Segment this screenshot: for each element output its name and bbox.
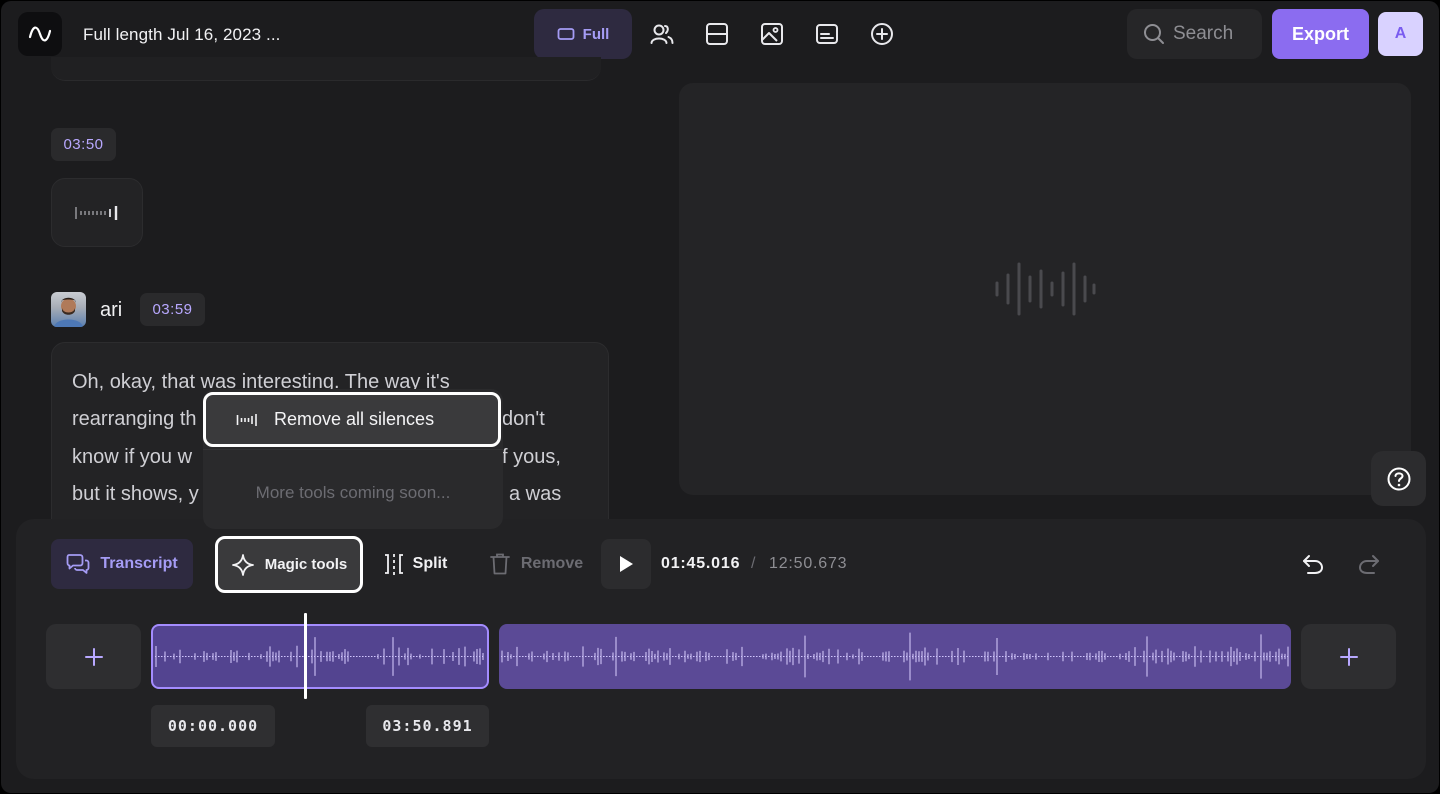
clip-end-time: 03:50.891: [366, 705, 489, 747]
chat-bubbles-icon: [66, 554, 90, 574]
search-button[interactable]: Search: [1127, 9, 1262, 59]
undo-button[interactable]: [1300, 551, 1326, 577]
coming-soon-note: More tools coming soon...: [255, 483, 451, 502]
person-photo-icon: [54, 297, 83, 327]
silence-block[interactable]: [51, 178, 143, 247]
project-title[interactable]: Full length Jul 16, 2023 ...: [83, 25, 280, 45]
image-view-button[interactable]: [759, 21, 785, 47]
view-full-button[interactable]: Full: [534, 9, 632, 59]
audio-waveform-icon: [995, 262, 1096, 316]
split-view-button[interactable]: [704, 21, 730, 47]
add-clip-before-button[interactable]: [46, 624, 141, 689]
remove-silences-menu-item[interactable]: Remove all silences: [203, 392, 501, 447]
plus-circle-icon: [871, 23, 893, 45]
transcript-line: don't: [502, 408, 545, 430]
plus-icon: [1339, 647, 1358, 666]
export-button[interactable]: Export: [1272, 9, 1369, 59]
editor-panel: Transcript Magic tools Split Remove 01:4…: [16, 519, 1426, 779]
help-button[interactable]: [1371, 451, 1426, 506]
play-button[interactable]: [601, 539, 651, 589]
question-icon: [1387, 467, 1410, 490]
transcript-line: a was: [509, 483, 562, 505]
users-icon: [650, 24, 674, 44]
sparkle-icon: [231, 553, 254, 576]
captions-icon: [816, 24, 838, 44]
magic-tools-menu: Remove all silences More tools coming so…: [203, 389, 503, 529]
transcript-line: know if you w: [72, 446, 193, 468]
split-layout-icon: [706, 23, 728, 45]
playhead[interactable]: [304, 613, 307, 699]
plus-icon: [84, 647, 103, 666]
menu-divider: [203, 449, 503, 450]
total-time: 12:50.673: [769, 555, 848, 572]
remove-button[interactable]: Remove: [484, 539, 588, 589]
undo-icon: [1303, 555, 1324, 574]
split-button[interactable]: Split: [378, 539, 452, 589]
silence-timestamp[interactable]: 03:50: [51, 128, 116, 161]
redo-icon: [1358, 555, 1379, 574]
transcript-line: f yous,: [502, 446, 561, 468]
transcript-label: Transcript: [100, 555, 178, 572]
split-icon: [384, 554, 403, 575]
silence-waveform-icon: [75, 205, 118, 220]
transcript-line: but it shows, y: [72, 483, 199, 505]
video-preview: [679, 83, 1411, 495]
magic-tools-label: Magic tools: [264, 556, 348, 573]
magic-tools-button[interactable]: Magic tools: [215, 536, 363, 593]
previous-transcript-card: [51, 57, 601, 81]
redo-button[interactable]: [1356, 551, 1382, 577]
transcript-button[interactable]: Transcript: [51, 539, 193, 589]
silence-waveform-icon: [236, 413, 257, 426]
app-logo[interactable]: [18, 12, 62, 56]
timeline-clip-selected[interactable]: [151, 624, 489, 689]
speaker-avatar: [51, 292, 86, 327]
search-placeholder: Search: [1173, 23, 1234, 44]
transcript-line: rearranging th: [72, 408, 197, 430]
waveform-logo-icon: [28, 26, 52, 42]
speaker-timestamp[interactable]: 03:59: [140, 293, 205, 326]
timeline-clip[interactable]: [499, 624, 1291, 689]
play-icon: [620, 556, 633, 572]
image-icon: [761, 23, 783, 45]
rectangle-icon: [557, 28, 575, 40]
split-label: Split: [412, 555, 448, 572]
view-full-label: Full: [582, 25, 610, 43]
remove-silences-label: Remove all silences: [274, 409, 435, 429]
speaker-name[interactable]: ari: [100, 299, 122, 322]
captions-view-button[interactable]: [814, 21, 840, 47]
add-view-button[interactable]: [869, 21, 895, 47]
user-avatar[interactable]: A: [1378, 12, 1423, 56]
clip-waveform: [155, 637, 485, 676]
speakers-view-button[interactable]: [649, 21, 675, 47]
clip-start-time: 00:00.000: [151, 705, 275, 747]
current-time: 01:45.016: [661, 555, 741, 572]
remove-label: Remove: [520, 555, 584, 572]
trash-icon: [489, 553, 510, 575]
search-icon: [1144, 24, 1164, 44]
app-window: Full length Jul 16, 2023 ... Full Search…: [1, 1, 1439, 793]
add-clip-after-button[interactable]: [1301, 624, 1396, 689]
time-separator: /: [751, 555, 756, 572]
clip-waveform: [501, 632, 1289, 681]
